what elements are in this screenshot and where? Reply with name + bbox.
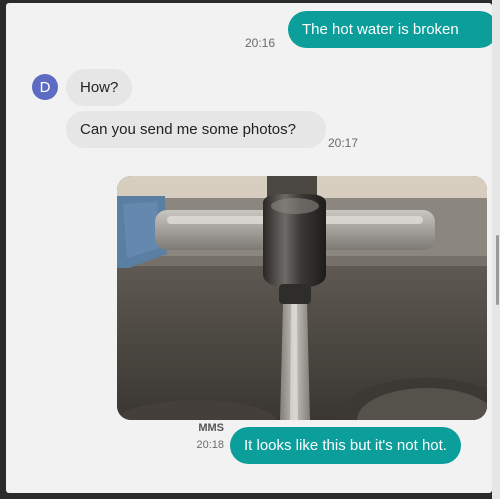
incoming-message-bubble[interactable]: Can you send me some photos? xyxy=(66,111,326,148)
avatar-initial: D xyxy=(39,78,51,96)
faucet-image xyxy=(117,176,487,420)
message-timestamp: 20:18 xyxy=(196,438,224,451)
message-timestamp: 20:17 xyxy=(328,136,359,150)
message-timestamp: 20:16 xyxy=(245,36,276,50)
contact-avatar[interactable]: D xyxy=(32,74,58,100)
outgoing-message-bubble[interactable]: The hot water is broken xyxy=(288,11,492,48)
incoming-message-bubble[interactable]: How? xyxy=(66,69,133,106)
mms-meta: MMS 20:18 xyxy=(166,420,224,453)
scrollbar-thumb[interactable] xyxy=(496,235,499,305)
mms-label: MMS xyxy=(198,422,224,434)
mms-photo[interactable] xyxy=(117,176,487,420)
conversation-view: 20:16 The hot water is broken D How? Can… xyxy=(6,3,492,493)
outgoing-message-bubble[interactable]: It looks like this but it's not hot. xyxy=(230,427,461,464)
scrollbar-track[interactable] xyxy=(492,0,500,499)
